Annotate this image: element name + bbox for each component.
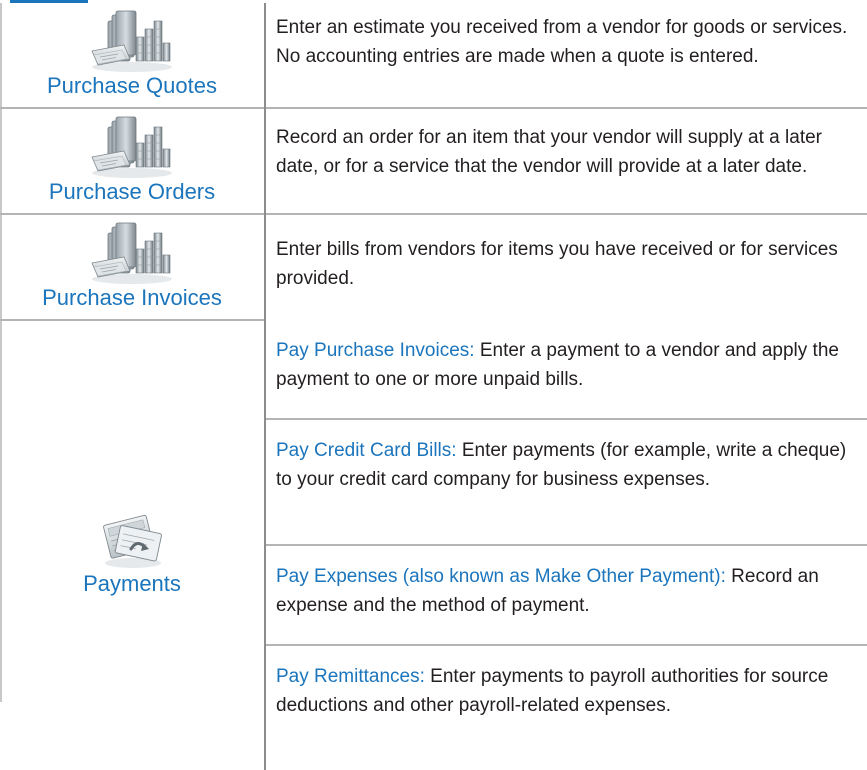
purchase-documents-icon	[91, 116, 173, 179]
task-label-purchase-quotes[interactable]: Purchase Quotes	[47, 73, 217, 99]
task-label-purchase-invoices[interactable]: Purchase Invoices	[42, 285, 222, 311]
table-row: Payments Pay Purchase Invoices: Enter a …	[0, 319, 867, 770]
pay-option-title[interactable]: Pay Purchase Invoices:	[276, 340, 475, 361]
table-row: Purchase Invoices Enter bills from vendo…	[0, 213, 867, 320]
pay-option-remittances[interactable]: Pay Remittances: Enter payments to payro…	[266, 644, 867, 770]
payments-cheque-icon	[103, 514, 162, 568]
task-description: Record an order for an item that your ve…	[265, 107, 867, 214]
pay-option-expenses[interactable]: Pay Expenses (also known as Make Other P…	[266, 544, 867, 644]
task-description: Enter bills from vendors for items you h…	[265, 213, 867, 320]
task-label-payments[interactable]: Payments	[83, 571, 181, 597]
table-row: Purchase Orders Record an order for an i…	[0, 107, 867, 214]
task-cell-purchase-invoices[interactable]: Purchase Invoices	[0, 213, 266, 320]
purchase-documents-icon	[91, 222, 173, 285]
purchases-task-table: Purchase Quotes Enter an estimate you re…	[0, 3, 867, 770]
task-label-purchase-orders[interactable]: Purchase Orders	[49, 179, 215, 205]
purchase-documents-icon	[91, 10, 173, 73]
table-row: Purchase Quotes Enter an estimate you re…	[0, 3, 867, 108]
payments-options: Pay Purchase Invoices: Enter a payment t…	[265, 320, 867, 770]
task-cell-purchase-orders[interactable]: Purchase Orders	[0, 107, 266, 214]
pay-option-credit-card-bills[interactable]: Pay Credit Card Bills: Enter payments (f…	[266, 418, 867, 544]
task-cell-payments[interactable]: Payments	[0, 319, 266, 770]
pay-option-title[interactable]: Pay Expenses (also known as Make Other P…	[276, 566, 726, 587]
pay-option-title[interactable]: Pay Credit Card Bills:	[276, 440, 457, 461]
task-cell-purchase-quotes[interactable]: Purchase Quotes	[0, 3, 266, 108]
pay-option-purchase-invoices[interactable]: Pay Purchase Invoices: Enter a payment t…	[266, 320, 867, 418]
pay-option-title[interactable]: Pay Remittances:	[276, 666, 425, 687]
task-description: Enter an estimate you received from a ve…	[276, 17, 848, 67]
